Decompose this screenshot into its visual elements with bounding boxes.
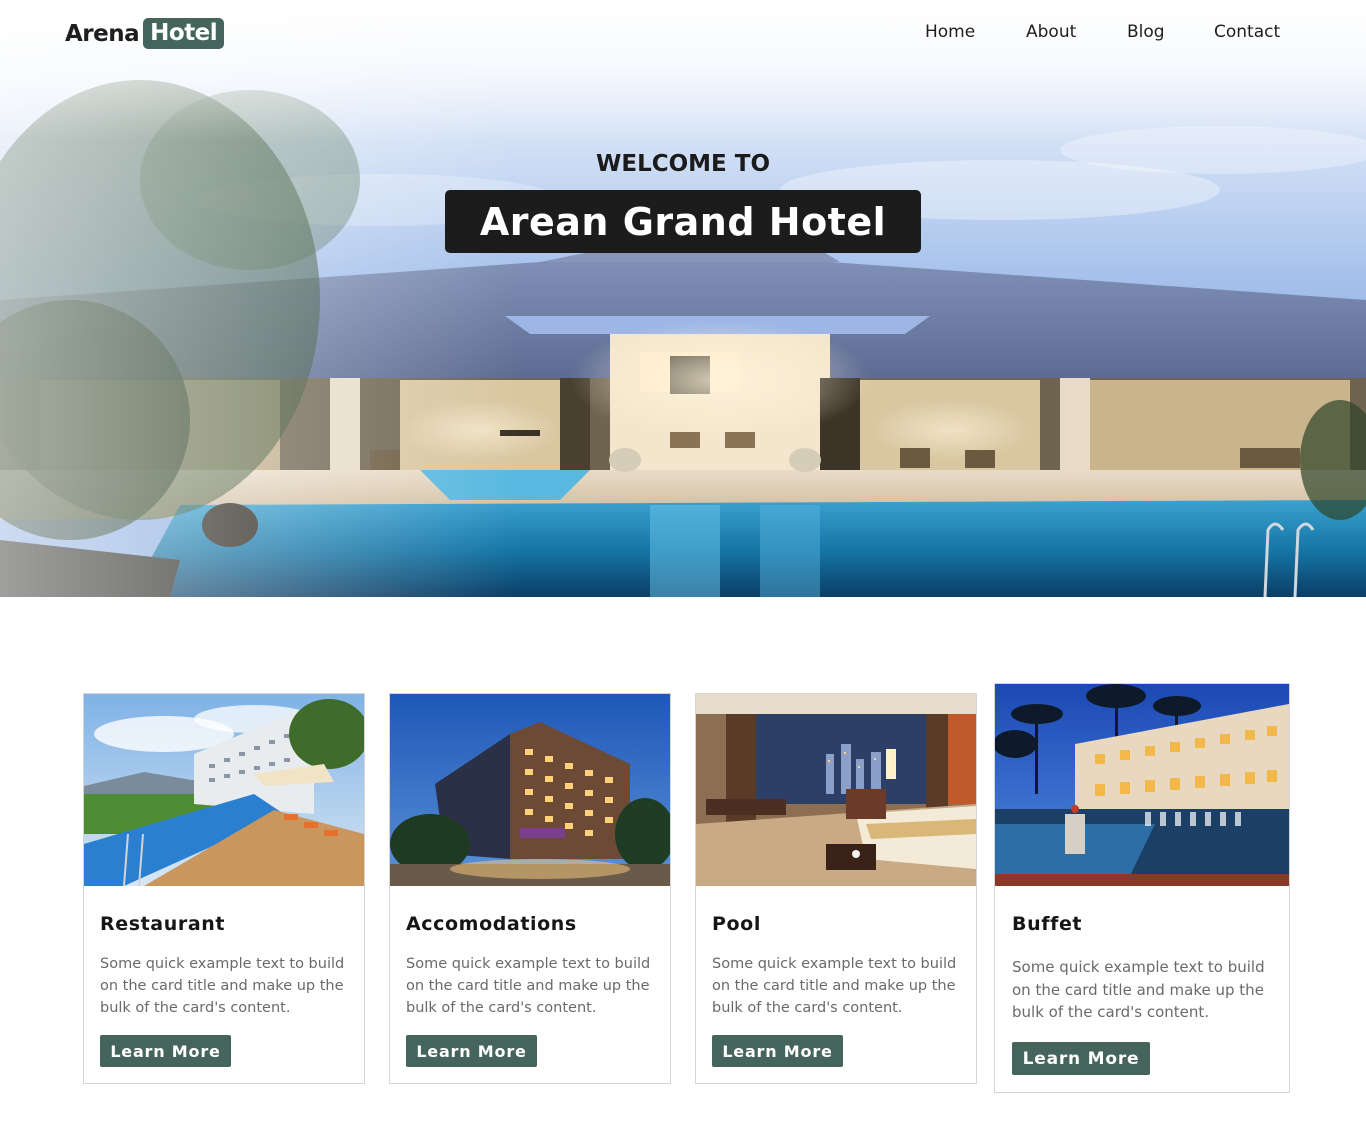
buffet-image xyxy=(995,684,1289,886)
hero-section xyxy=(0,0,1366,597)
restaurant-image xyxy=(84,694,364,886)
hero-title: Arean Grand Hotel xyxy=(479,199,887,244)
learn-more-button[interactable]: Learn More xyxy=(712,1035,843,1067)
accomodations-image xyxy=(390,694,670,886)
card-restaurant: Restaurant Some quick example text to bu… xyxy=(83,693,365,1084)
card-pool: Pool Some quick example text to build on… xyxy=(695,693,977,1084)
pool-image xyxy=(696,694,976,886)
nav-contact-link[interactable]: Contact xyxy=(1214,22,1280,42)
card-text: Some quick example text to build on the … xyxy=(100,956,345,1016)
nav-home-link[interactable]: Home xyxy=(925,22,975,42)
card-accomodations: Accomodations Some quick example text to… xyxy=(389,693,671,1084)
hero-kicker: WELCOME TO xyxy=(595,151,771,177)
hotel-pool-image xyxy=(0,0,1366,597)
navbar: Arena Hotel Home About Blog Contact xyxy=(0,0,1366,68)
card-buffet: Buffet Some quick example text to build … xyxy=(994,683,1290,1093)
card-text: Some quick example text to build on the … xyxy=(406,956,651,1016)
hero-title-box: Arean Grand Hotel xyxy=(445,190,921,253)
learn-more-button[interactable]: Learn More xyxy=(406,1035,537,1067)
nav-about-link[interactable]: About xyxy=(1026,22,1076,42)
card-title: Pool xyxy=(712,913,761,935)
card-title: Restaurant xyxy=(100,913,226,935)
learn-more-button[interactable]: Learn More xyxy=(100,1035,231,1067)
brand-badge: Hotel xyxy=(143,18,225,49)
card-text: Some quick example text to build on the … xyxy=(1012,958,1265,1021)
card-title: Buffet xyxy=(1012,913,1083,935)
brand-logo[interactable]: Arena Hotel xyxy=(65,15,225,52)
learn-more-button[interactable]: Learn More xyxy=(1012,1042,1150,1075)
card-title: Accomodations xyxy=(406,913,577,935)
card-text: Some quick example text to build on the … xyxy=(712,956,957,1016)
brand-word: Arena xyxy=(65,20,140,47)
nav-blog-link[interactable]: Blog xyxy=(1127,22,1165,42)
